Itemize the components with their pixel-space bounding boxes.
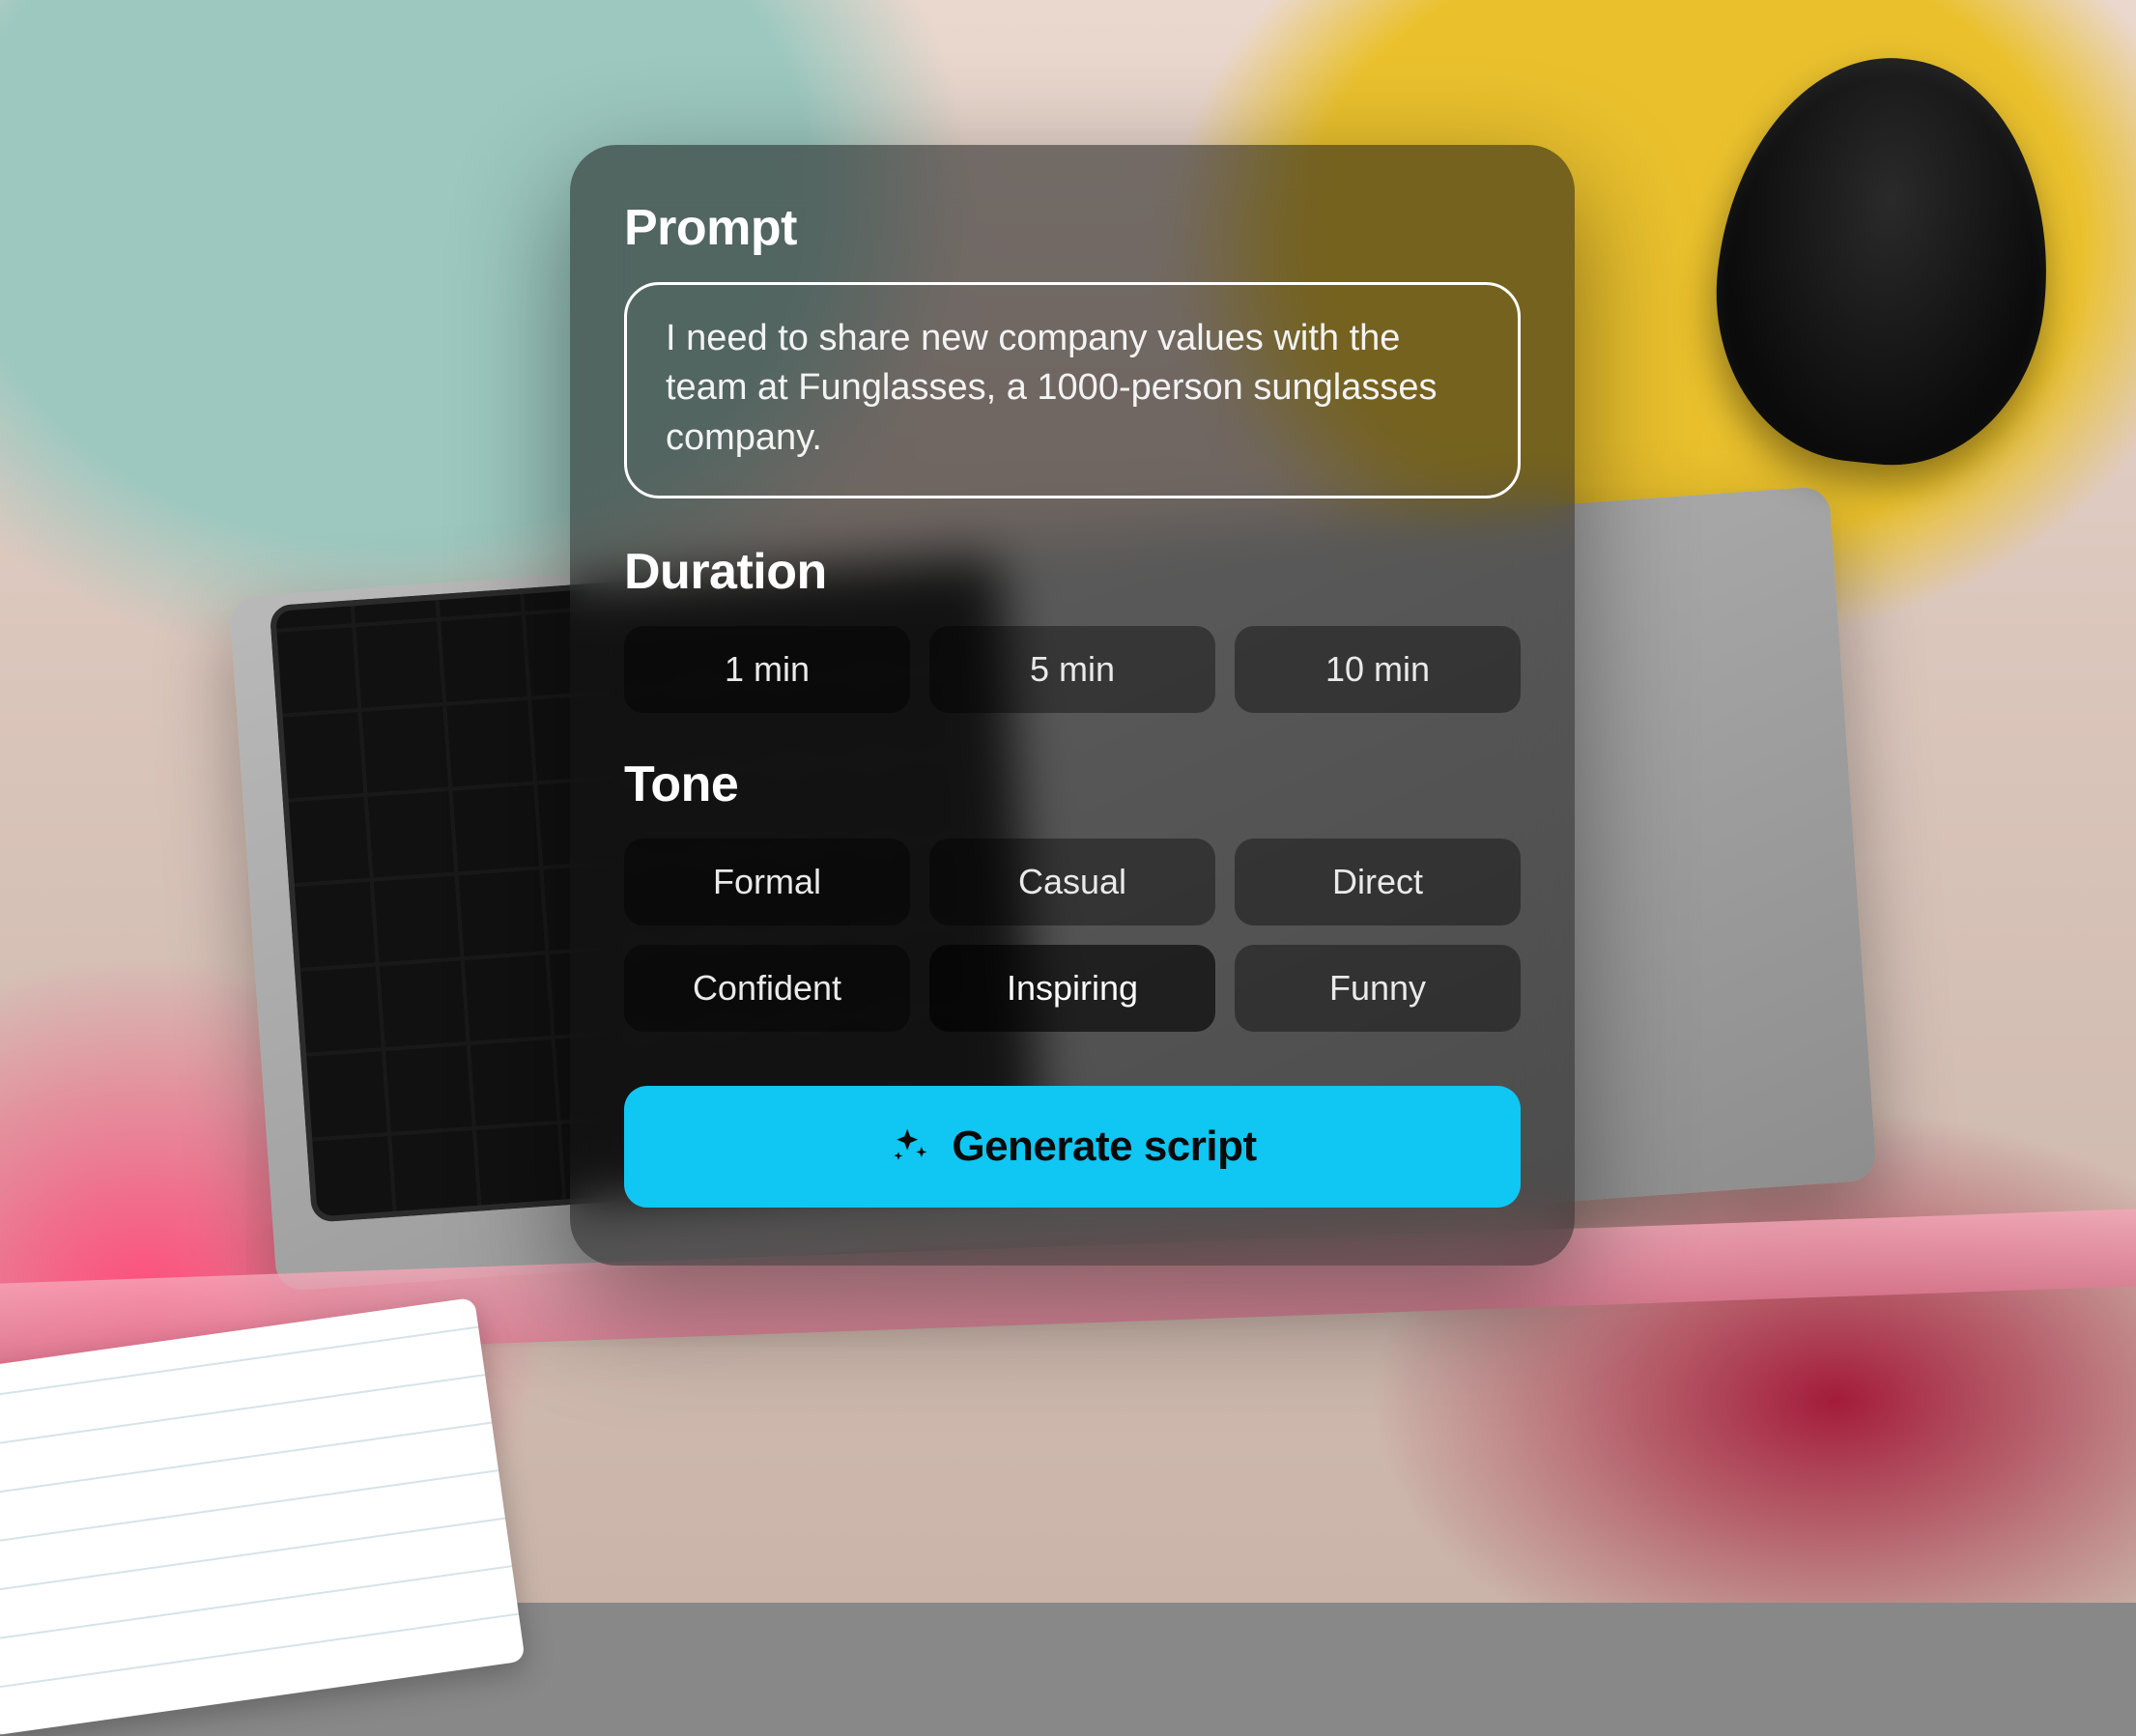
generate-script-button[interactable]: Generate script [624, 1086, 1521, 1208]
tone-option-confident[interactable]: Confident [624, 945, 910, 1032]
prompt-title: Prompt [624, 199, 1521, 257]
prompt-input[interactable]: I need to share new company values with … [624, 282, 1521, 498]
tone-option-direct[interactable]: Direct [1235, 839, 1521, 925]
sparkle-icon [888, 1125, 930, 1168]
bg-mouse [1699, 42, 2068, 479]
bg-notepad [0, 1297, 526, 1736]
tone-option-inspiring[interactable]: Inspiring [929, 945, 1215, 1032]
duration-title: Duration [624, 543, 1521, 601]
duration-options: 1 min 5 min 10 min [624, 626, 1521, 713]
duration-option-10min[interactable]: 10 min [1235, 626, 1521, 713]
duration-option-1min[interactable]: 1 min [624, 626, 910, 713]
generate-script-label: Generate script [952, 1123, 1256, 1171]
script-generator-card: Prompt I need to share new company value… [570, 145, 1575, 1266]
tone-option-formal[interactable]: Formal [624, 839, 910, 925]
tone-option-casual[interactable]: Casual [929, 839, 1215, 925]
tone-options: Formal Casual Direct Confident Inspiring… [624, 839, 1521, 1032]
tone-title: Tone [624, 755, 1521, 813]
duration-option-5min[interactable]: 5 min [929, 626, 1215, 713]
tone-option-funny[interactable]: Funny [1235, 945, 1521, 1032]
